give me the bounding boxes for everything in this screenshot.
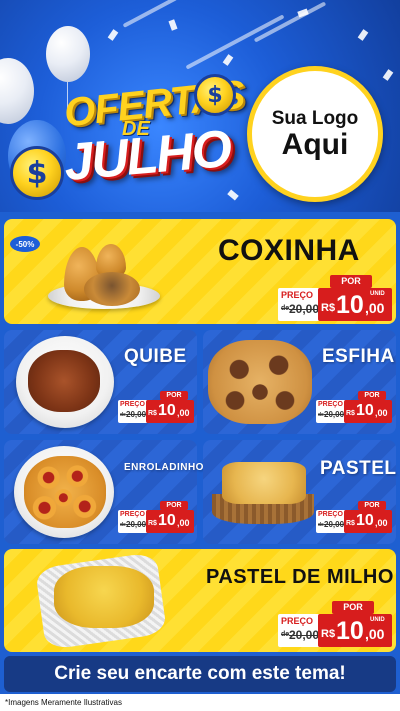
logo-placeholder[interactable]: Sua Logo Aqui [247,66,383,202]
new-price-cents: ,00 [365,626,385,642]
new-price: 10 [336,617,364,645]
light-streak [253,1,327,43]
product-name-esfiha: ESFIHA [322,346,395,367]
new-price: 10 [336,291,364,319]
new-price: 10 [356,402,374,419]
product-name-enroladinho: ENROLADINHO [124,462,204,473]
logo-text-line2: Aqui [281,128,349,161]
new-price: 10 [158,512,176,529]
product-name-coxinha: COXINHA [218,234,360,267]
confetti [357,29,369,41]
create-flyer-button[interactable]: Crie seu encarte com este tema! [4,656,396,692]
old-price: 20,00 [289,628,320,642]
old-price-de: de [318,522,324,528]
logo-text-line1: Sua Logo [271,108,359,129]
product-name-pastel: PASTEL [320,458,397,479]
product-name-pastel-de-milho: PASTEL DE MILHO [206,566,394,588]
old-price: 20,00 [324,520,345,529]
quibe-image [28,350,100,412]
new-price: 10 [158,402,176,419]
price-por: POR [160,391,188,400]
confetti [222,54,234,66]
esfiha-image [208,340,312,424]
unit-label: UNID [370,617,385,623]
currency: R$ [148,520,157,527]
new-price: 10 [356,512,374,529]
price-label: PREÇO [120,401,145,408]
new-price-cents: ,00 [365,300,385,316]
old-price-de: de [120,522,126,528]
currency: R$ [346,410,355,417]
old-price-de: de [318,412,324,418]
currency: R$ [346,520,355,527]
confetti [382,69,394,81]
price-por: POR [358,501,386,510]
price-label: PREÇO [281,616,314,626]
pastel-image [222,462,306,504]
currency: R$ [148,410,157,417]
old-price: 20,00 [126,520,147,529]
old-price-de: de [281,631,290,638]
currency: R$ [321,628,336,640]
unit-label: UNID [370,291,385,297]
old-price: 20,00 [324,410,345,419]
dollar-coin-icon: $ [10,146,64,200]
new-price-cents: ,00 [177,408,190,418]
price-label: PREÇO [120,511,145,518]
dollar-coin-icon: $ [194,74,236,116]
price-por: POR [332,601,374,614]
confetti [107,29,119,41]
price-label: PREÇO [281,290,314,300]
new-price-cents: ,00 [177,518,190,528]
price-label: PREÇO [318,401,343,408]
price-por: POR [160,501,188,510]
light-streak [185,14,285,70]
coxinha-image [84,272,140,306]
product-name-quibe: QUIBE [124,346,187,367]
price-label: PREÇO [318,511,343,518]
disclaimer: *Imagens Meramente Ilustrativas [0,694,400,711]
pastel-de-milho-image [54,566,154,628]
confetti [297,8,309,18]
new-price-cents: ,00 [375,408,388,418]
currency: R$ [321,302,336,314]
old-price: 20,00 [126,410,147,419]
price-por: POR [358,391,386,400]
discount-badge: -50% [10,236,40,252]
new-price-cents: ,00 [375,518,388,528]
old-price-de: de [120,412,126,418]
header-banner: OFERTAS DE JULHO $ $ Sua Logo Aqui [0,0,400,212]
old-price-de: de [281,305,290,312]
enroladinho-image [24,456,106,528]
old-price: 20,00 [289,302,320,316]
confetti [168,19,178,31]
price-por: POR [330,275,372,288]
